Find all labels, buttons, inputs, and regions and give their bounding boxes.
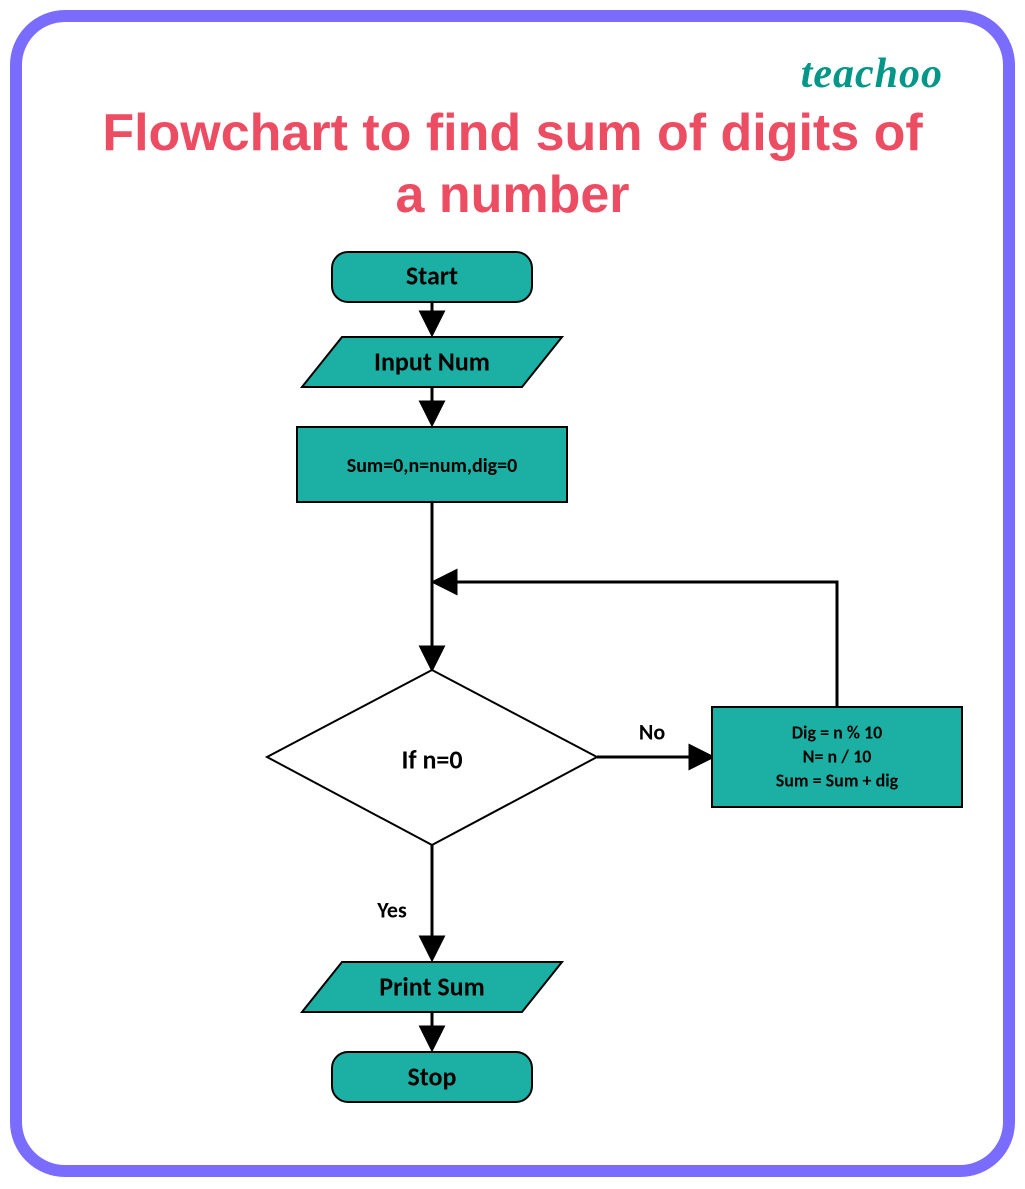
input-label: Input Num bbox=[374, 345, 490, 377]
start-label: Start bbox=[406, 259, 458, 291]
arrow-loopback bbox=[436, 582, 837, 707]
flowchart-svg: Start Input Num Sum=0,n=num,dig=0 If n=0… bbox=[22, 22, 1025, 1189]
no-label: No bbox=[639, 718, 665, 745]
process-line-2: N= n / 10 bbox=[803, 745, 872, 767]
yes-label: Yes bbox=[376, 896, 407, 923]
process-line-3: Sum = Sum + dig bbox=[776, 769, 899, 791]
card-frame: teachoo Flowchart to find sum of digits … bbox=[10, 10, 1015, 1177]
stop-label: Stop bbox=[408, 1060, 457, 1092]
print-label: Print Sum bbox=[379, 970, 484, 1002]
init-label: Sum=0,n=num,dig=0 bbox=[347, 454, 518, 478]
decision-label: If n=0 bbox=[401, 743, 462, 775]
process-line-1: Dig = n % 10 bbox=[792, 721, 883, 743]
